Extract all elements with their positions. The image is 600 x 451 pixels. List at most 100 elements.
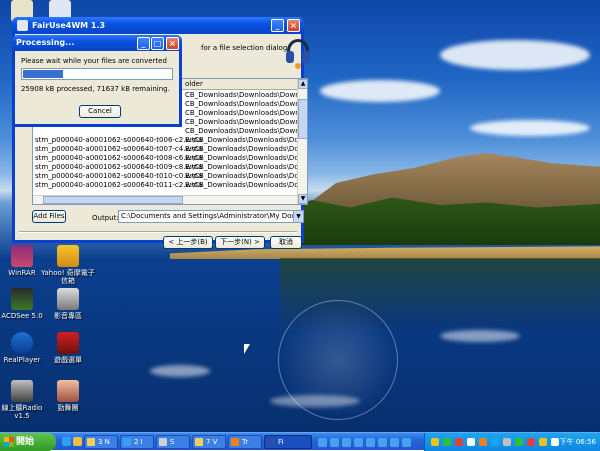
cancel-button[interactable]: 取消: [270, 236, 302, 249]
desktop-icon-game[interactable]: 遊戲選單: [40, 332, 96, 364]
folder-column-header[interactable]: older: [185, 80, 203, 88]
back-button[interactable]: < 上一步(B): [163, 236, 213, 249]
scroll-down-icon[interactable]: ▼: [298, 194, 307, 204]
task-6[interactable]: Fi: [264, 435, 312, 449]
desktop-icon-yahoo[interactable]: Yahoo! 奇摩電子信箱: [40, 245, 96, 285]
next-button[interactable]: 下一步(N) >: [215, 236, 265, 249]
fairuse-icon: [267, 438, 275, 446]
hscroll-thumb[interactable]: [43, 196, 183, 204]
tray-icon[interactable]: [491, 438, 499, 446]
task-3[interactable]: S: [156, 435, 190, 449]
file-folder: CB_Downloads\Downloads\Download: [185, 118, 308, 126]
folder-icon: [195, 438, 203, 446]
vertical-scrollbar[interactable]: ▲ ▼: [297, 79, 307, 204]
tray-icon[interactable]: [455, 438, 463, 446]
horizontal-scrollbar[interactable]: [33, 195, 297, 204]
file-row[interactable]: stm_p000040-a0001062-s000640-t006-c2.wma…: [33, 136, 307, 145]
taskbar: 開始 3 N 2 I S 7 V Tr Fi 下午 06:56: [0, 432, 600, 451]
file-row[interactable]: stm_p000040-a0001062-s000640-t011-c2.wma…: [33, 181, 307, 190]
game-icon: [57, 332, 79, 354]
dialog-title: Processing...: [16, 38, 75, 47]
fairuse-titlebar[interactable]: FairUse4WM 1.3 _ ×: [12, 17, 304, 34]
file-folder: CB_Downloads\Downloads\Download: [185, 109, 308, 117]
scroll-up-icon[interactable]: ▲: [298, 79, 307, 89]
file-folder: E:\CB_Downloads\Downloads\Download: [185, 172, 307, 180]
ie-icon[interactable]: [62, 437, 71, 446]
media-next-icon[interactable]: [354, 438, 363, 447]
file-row[interactable]: CB_Downloads\Downloads\Download: [33, 127, 307, 136]
file-name: stm_p000040-a0001062-s000640-t009-c8.wma: [35, 163, 203, 171]
task-1[interactable]: 3 N: [84, 435, 118, 449]
media-icon[interactable]: [402, 438, 411, 447]
processing-cancel-button[interactable]: Cancel: [79, 105, 121, 118]
file-row[interactable]: stm_p000040-a0001062-s000640-t008-c6.wma…: [33, 154, 307, 163]
file-folder: E:\CB_Downloads\Downloads\Download: [185, 154, 307, 162]
tray-icon[interactable]: [515, 438, 523, 446]
cloud: [440, 40, 590, 70]
minimize-icon[interactable]: _: [271, 19, 284, 32]
cloud-reflection: [440, 330, 520, 342]
realplayer-icon: [11, 332, 33, 354]
desktop-icon-dance[interactable]: 勁舞團: [40, 380, 96, 412]
scroll-thumb[interactable]: [298, 99, 307, 139]
media-stop-icon[interactable]: [342, 438, 351, 447]
media-icon[interactable]: [390, 438, 399, 447]
add-files-button[interactable]: Add Files: [32, 210, 66, 223]
file-name: stm_p000040-a0001062-s000640-t007-c4.wma: [35, 145, 203, 153]
window-title: FairUse4WM 1.3: [32, 21, 106, 30]
app-icon: [159, 438, 167, 446]
close-icon[interactable]: ×: [287, 19, 300, 32]
processing-titlebar[interactable]: Processing... _ □ ×: [12, 35, 182, 51]
file-row[interactable]: stm_p000040-a0001062-s000640-t010-c0.wma…: [33, 172, 307, 181]
processing-message: Please wait while your files are convert…: [21, 57, 167, 65]
firefox-icon: [231, 438, 239, 446]
progress-status: 25908 kB processed, 71637 kB remaining.: [21, 85, 170, 93]
ie-icon: [123, 438, 131, 446]
output-path-value: C:\Documents and Settings\Administrator\…: [121, 212, 303, 220]
quicklaunch-icon[interactable]: [73, 437, 82, 446]
clock[interactable]: 下午 06:56: [560, 433, 596, 451]
cloud-reflection: [150, 365, 210, 377]
tray-icon[interactable]: [443, 438, 451, 446]
mouse-cursor-icon: [244, 344, 250, 354]
file-name: stm_p000040-a0001062-s000640-t011-c2.wma: [35, 181, 203, 189]
task-label: Tr: [242, 438, 249, 446]
tray-icon[interactable]: [503, 438, 511, 446]
volume-icon[interactable]: [366, 438, 375, 447]
file-name: stm_p000040-a0001062-s000640-t010-c0.wma: [35, 172, 203, 180]
file-folder: CB_Downloads\Downloads\Download: [185, 100, 308, 108]
file-row[interactable]: stm_p000040-a0001062-s000640-t009-c8.wma…: [33, 163, 307, 172]
task-4[interactable]: 7 V: [192, 435, 226, 449]
task-label: Fi: [278, 438, 284, 446]
media-prev-icon[interactable]: [318, 438, 327, 447]
desktop-icon-yingyin[interactable]: 影音專區: [40, 288, 96, 320]
winrar-icon: [11, 245, 33, 267]
media-icon: [57, 288, 79, 310]
output-path-field[interactable]: C:\Documents and Settings\Administrator\…: [118, 210, 304, 223]
maximize-icon[interactable]: □: [151, 37, 164, 50]
tray-icon[interactable]: [539, 438, 547, 446]
system-tray: 下午 06:56: [424, 433, 600, 451]
tray-icon[interactable]: [551, 438, 559, 446]
start-button[interactable]: 開始: [0, 433, 56, 451]
media-play-icon[interactable]: [330, 438, 339, 447]
lens-flare: [278, 300, 398, 420]
media-icon[interactable]: [378, 438, 387, 447]
close-icon[interactable]: ×: [166, 37, 179, 50]
task-5[interactable]: Tr: [228, 435, 262, 449]
headset-icon: [285, 37, 311, 71]
file-name: stm_p000040-a0001062-s000640-t008-c6.wma: [35, 154, 203, 162]
cloud: [320, 80, 440, 102]
processing-dialog[interactable]: Processing... _ □ × Please wait while yo…: [12, 35, 182, 127]
file-row[interactable]: stm_p000040-a0001062-s000640-t007-c4.wma…: [33, 145, 307, 154]
tray-icon[interactable]: [527, 438, 535, 446]
tray-icon[interactable]: [431, 438, 439, 446]
minimize-icon[interactable]: _: [137, 37, 150, 50]
windows-logo-icon: [4, 437, 14, 447]
file-folder: CB_Downloads\Downloads\Download: [185, 91, 308, 99]
chevron-down-icon[interactable]: ▼: [293, 211, 303, 222]
task-2[interactable]: 2 I: [120, 435, 154, 449]
file-folder: CB_Downloads\Downloads\Download: [185, 127, 308, 135]
tray-icon[interactable]: [467, 438, 475, 446]
tray-icon[interactable]: [479, 438, 487, 446]
